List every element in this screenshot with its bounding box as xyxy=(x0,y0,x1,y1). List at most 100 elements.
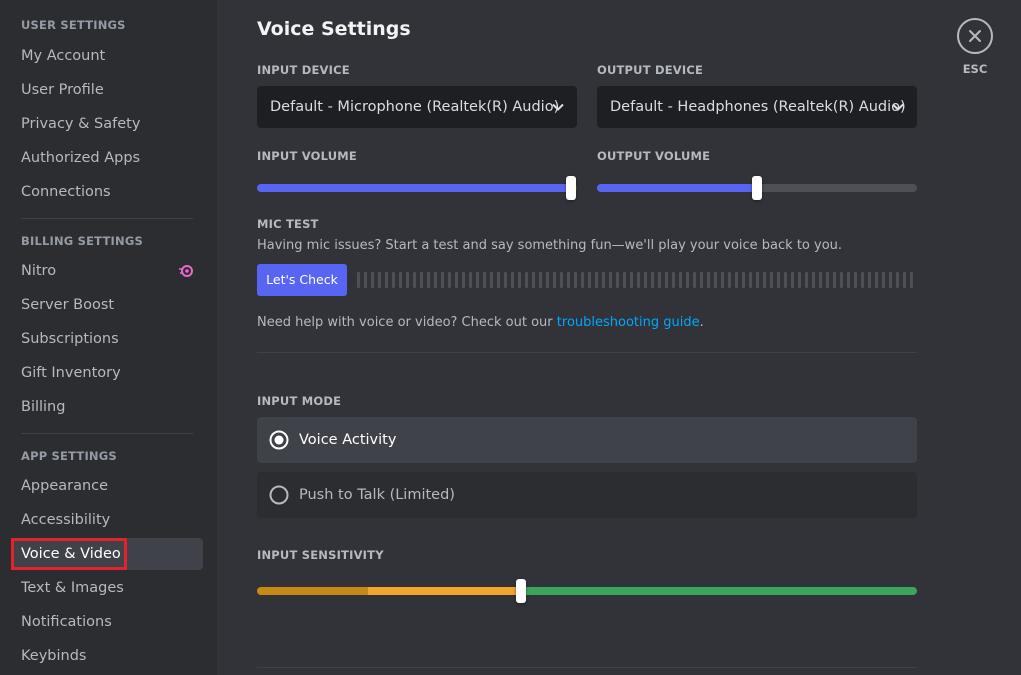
sidebar-item-billing[interactable]: Billing xyxy=(11,391,203,423)
push-to-talk-option[interactable]: Push to Talk (Limited) xyxy=(257,472,917,518)
nitro-icon xyxy=(179,265,193,277)
meter-bar xyxy=(854,272,857,288)
meter-bar xyxy=(770,272,773,288)
output-volume-handle[interactable] xyxy=(752,176,762,200)
output-device-select[interactable]: Default - Headphones (Realtek(R) Audio) xyxy=(597,86,917,128)
radio-selected-icon xyxy=(269,430,289,450)
meter-bar xyxy=(413,272,416,288)
output-device-value: Default - Headphones (Realtek(R) Audio) xyxy=(610,99,906,115)
meter-bar xyxy=(651,272,654,288)
sidebar-item-subscriptions[interactable]: Subscriptions xyxy=(11,323,203,355)
meter-bar xyxy=(777,272,780,288)
meter-bar xyxy=(623,272,626,288)
help-text-prefix: Need help with voice or video? Check out… xyxy=(257,315,557,330)
meter-bar xyxy=(861,272,864,288)
meter-bar xyxy=(567,272,570,288)
meter-bar xyxy=(497,272,500,288)
lets-check-button[interactable]: Let's Check xyxy=(257,264,347,296)
meter-bar xyxy=(420,272,423,288)
sidebar-item-privacy-safety[interactable]: Privacy & Safety xyxy=(11,108,203,140)
sidebar-divider xyxy=(21,433,193,434)
close-button[interactable] xyxy=(957,18,993,54)
meter-bar xyxy=(455,272,458,288)
meter-bar xyxy=(658,272,661,288)
meter-bar xyxy=(462,272,465,288)
meter-bar xyxy=(756,272,759,288)
troubleshooting-guide-link[interactable]: troubleshooting guide xyxy=(557,315,700,330)
sidebar-divider xyxy=(21,218,193,219)
meter-bar xyxy=(406,272,409,288)
app-window: USER SETTINGS My Account User Profile Pr… xyxy=(0,0,1021,675)
meter-bar xyxy=(644,272,647,288)
sidebar-item-authorized-apps[interactable]: Authorized Apps xyxy=(11,142,203,174)
meter-bar xyxy=(378,272,381,288)
meter-bar xyxy=(791,272,794,288)
meter-bar xyxy=(882,272,885,288)
close-icon xyxy=(969,30,981,42)
sidebar-item-user-profile[interactable]: User Profile xyxy=(11,74,203,106)
meter-bar xyxy=(798,272,801,288)
meter-bar xyxy=(763,272,766,288)
output-volume-label: OUTPUT VOLUME xyxy=(597,149,711,163)
input-volume-fill xyxy=(257,184,571,192)
sidebar-item-nitro[interactable]: Nitro xyxy=(11,255,203,287)
meter-bar xyxy=(560,272,563,288)
meter-bar xyxy=(441,272,444,288)
meter-bar xyxy=(399,272,402,288)
meter-bar xyxy=(805,272,808,288)
voice-activity-label: Voice Activity xyxy=(299,432,397,448)
meter-bar xyxy=(392,272,395,288)
meter-bar xyxy=(630,272,633,288)
sidebar-item-server-boost[interactable]: Server Boost xyxy=(11,289,203,321)
output-volume-slider[interactable] xyxy=(597,176,917,200)
meter-bar xyxy=(679,272,682,288)
meter-bar xyxy=(812,272,815,288)
sidebar-item-appearance[interactable]: Appearance xyxy=(11,470,203,502)
input-sensitivity-slider[interactable] xyxy=(257,587,917,595)
mic-test-label: MIC TEST xyxy=(257,217,319,231)
input-volume-slider[interactable] xyxy=(257,176,577,200)
voice-activity-option[interactable]: Voice Activity xyxy=(257,417,917,463)
sidebar-item-my-account[interactable]: My Account xyxy=(11,40,203,72)
meter-bar xyxy=(742,272,745,288)
meter-bar xyxy=(574,272,577,288)
sidebar-item-notifications[interactable]: Notifications xyxy=(11,606,203,638)
meter-bar xyxy=(518,272,521,288)
input-sensitivity-label: INPUT SENSITIVITY xyxy=(257,548,384,562)
meter-bar xyxy=(364,272,367,288)
meter-bar xyxy=(371,272,374,288)
app-settings-header: APP SETTINGS xyxy=(21,449,117,463)
meter-bar xyxy=(903,272,906,288)
input-sensitivity-handle[interactable] xyxy=(516,579,526,603)
meter-bar xyxy=(616,272,619,288)
meter-bar xyxy=(875,272,878,288)
sidebar-item-text-images[interactable]: Text & Images xyxy=(11,572,203,604)
sidebar-item-voice-video[interactable]: Voice & Video xyxy=(11,538,203,570)
meter-bar xyxy=(511,272,514,288)
meter-bar xyxy=(609,272,612,288)
sidebar-item-accessibility[interactable]: Accessibility xyxy=(11,504,203,536)
input-volume-handle[interactable] xyxy=(566,176,576,200)
sensitivity-low-zone xyxy=(257,587,368,595)
meter-bar xyxy=(826,272,829,288)
input-device-value: Default - Microphone (Realtek(R) Audio) xyxy=(270,99,560,115)
mic-test-description: Having mic issues? Start a test and say … xyxy=(257,238,843,253)
help-text-suffix: . xyxy=(699,315,704,330)
push-to-talk-label: Push to Talk (Limited) xyxy=(299,487,455,503)
esc-label: ESC xyxy=(962,62,988,76)
meter-bar xyxy=(525,272,528,288)
meter-bar xyxy=(357,272,360,288)
input-device-select[interactable]: Default - Microphone (Realtek(R) Audio) xyxy=(257,86,577,128)
page-title: Voice Settings xyxy=(257,18,411,40)
meter-bar xyxy=(735,272,738,288)
sidebar-item-gift-inventory[interactable]: Gift Inventory xyxy=(11,357,203,389)
sidebar-item-connections[interactable]: Connections xyxy=(11,176,203,208)
settings-content: Voice Settings INPUT DEVICE OUTPUT DEVIC… xyxy=(217,0,1021,675)
meter-bar xyxy=(448,272,451,288)
meter-bar xyxy=(707,272,710,288)
radio-unselected-icon xyxy=(269,485,289,505)
meter-bar xyxy=(532,272,535,288)
output-device-label: OUTPUT DEVICE xyxy=(597,63,704,77)
meter-bar xyxy=(637,272,640,288)
sidebar-item-keybinds[interactable]: Keybinds xyxy=(11,640,203,672)
